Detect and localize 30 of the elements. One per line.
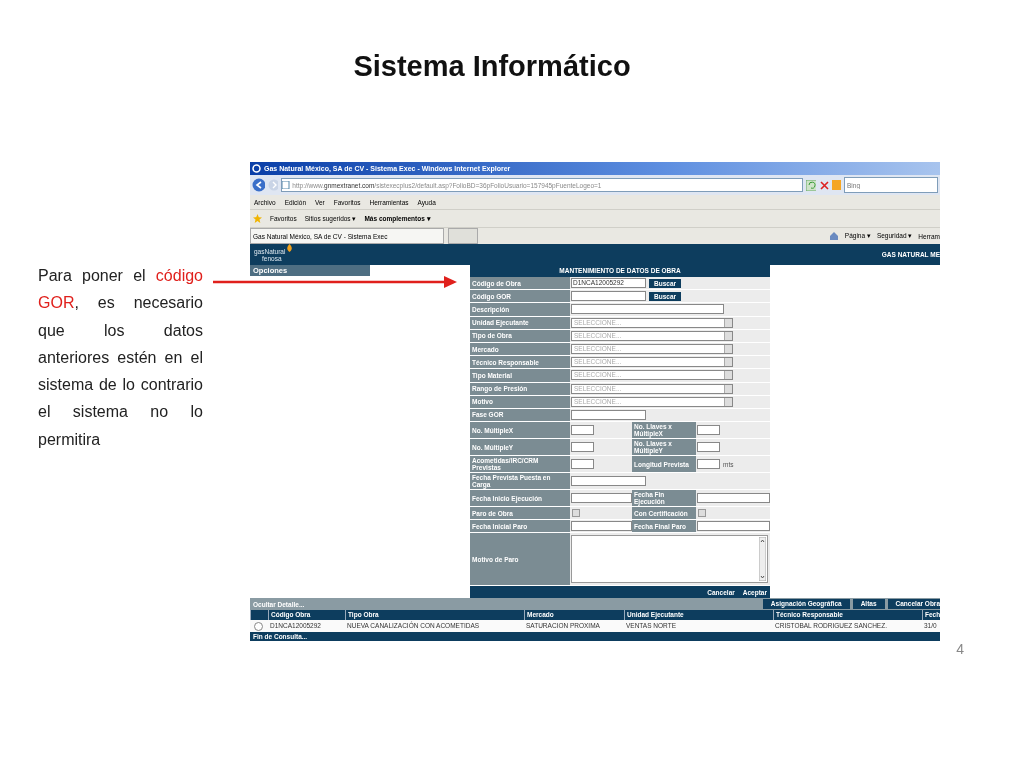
text-field[interactable] [571, 442, 594, 453]
text-field[interactable] [697, 459, 720, 470]
text-field[interactable] [571, 409, 646, 420]
star-icon[interactable] [253, 214, 262, 223]
text-field[interactable] [571, 291, 646, 302]
page-number: 4 [956, 641, 964, 658]
row-radio[interactable] [254, 621, 263, 631]
text-field[interactable] [697, 493, 770, 504]
text-area[interactable] [571, 535, 768, 584]
browser-logo-icon [252, 164, 261, 173]
text-field[interactable] [571, 493, 632, 504]
slide-title: Sistema Informático [352, 50, 632, 84]
text-field[interactable] [571, 476, 646, 487]
checkbox[interactable] [572, 509, 580, 518]
text-field[interactable] [697, 521, 770, 532]
text-field[interactable] [571, 521, 632, 532]
page-icon [282, 181, 291, 189]
note-paragraph: Para poner el código GOR, es necesario que los datos anteriores estén en el sistema de lo contrario el sistema no lo permitira [38, 266, 203, 450]
text-field[interactable] [697, 442, 720, 453]
refresh-icon[interactable] [806, 179, 817, 191]
back-icon[interactable] [252, 178, 265, 192]
text-field[interactable] [571, 425, 594, 436]
home-icon[interactable] [828, 231, 839, 241]
stop-icon[interactable] [819, 179, 830, 191]
checkbox[interactable] [698, 509, 706, 518]
text-field[interactable] [571, 459, 594, 470]
text-field[interactable] [571, 304, 724, 315]
text-field[interactable] [697, 425, 720, 436]
flame-icon [286, 243, 293, 252]
scrollbar-drawing [759, 537, 766, 582]
